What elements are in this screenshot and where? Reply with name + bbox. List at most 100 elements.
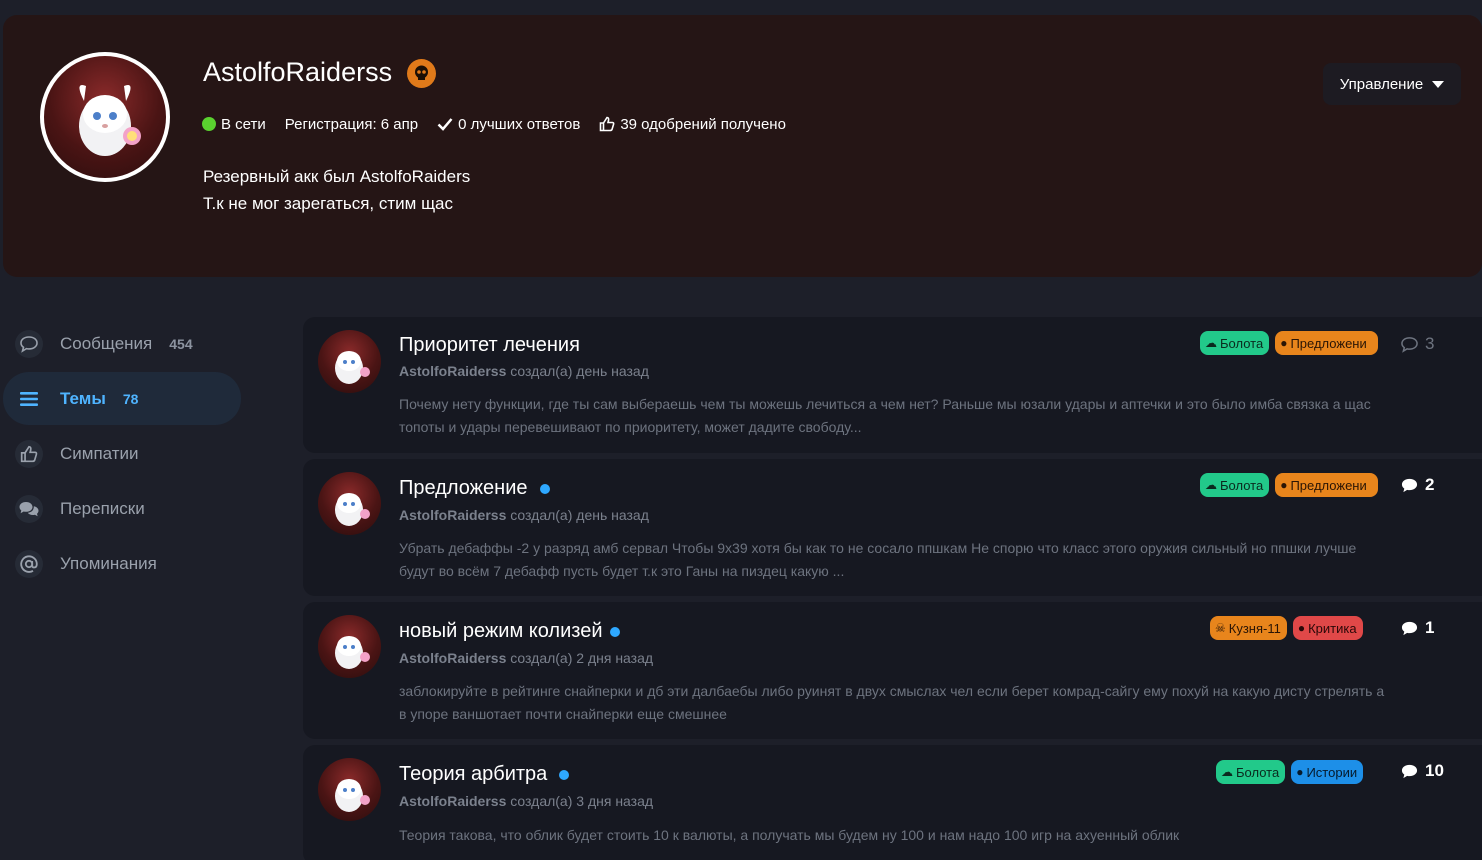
- topic-author-link[interactable]: AstolfoRaiderss: [399, 363, 506, 379]
- tag-badge[interactable]: ☁ Болота: [1200, 331, 1270, 355]
- online-dot-icon: [202, 117, 216, 131]
- topic-author-link[interactable]: AstolfoRaiderss: [399, 650, 506, 666]
- author-avatar[interactable]: [318, 758, 381, 821]
- topic-title: Предложение: [399, 477, 528, 499]
- topic-title: новый режим колизей: [399, 620, 603, 642]
- topic-excerpt: Убрать дебаффы -2 у разряд амб сервал Чт…: [399, 540, 1357, 579]
- profile-stats: В сети Регистрация: 6 апр 0 лучших ответ…: [202, 115, 805, 133]
- topic-item[interactable]: Теория арбитра AstolfoRaiderss создал(а)…: [303, 745, 1482, 860]
- reply-count: 3: [1400, 334, 1434, 354]
- author-avatar[interactable]: [318, 472, 381, 535]
- skull-icon: [407, 59, 436, 88]
- topic-author-link[interactable]: AstolfoRaiderss: [399, 507, 506, 523]
- topic-created: создал(а) 2 дня назад: [510, 650, 654, 666]
- unread-dot-icon: [559, 769, 570, 780]
- swamp-icon: ☁: [1221, 765, 1233, 779]
- best-answers-label: 0 лучших ответов: [458, 115, 581, 133]
- fire-icon: ●: [1296, 765, 1304, 779]
- swamp-icon: ☁: [1205, 336, 1217, 350]
- speech-bubble-icon: [1401, 478, 1418, 492]
- reply-count: 10: [1400, 761, 1444, 781]
- topic-tags: ☁ Болота ● Истории: [1216, 760, 1369, 784]
- tag-badge[interactable]: ● Предложени: [1275, 473, 1379, 497]
- likes-received: 39 одобрений получено: [599, 116, 786, 133]
- thumbs-up-icon: [599, 116, 615, 132]
- bio-line: Резервный акк был AstolfoRaiders: [203, 167, 471, 186]
- tag-badge[interactable]: ☁ Болота: [1216, 760, 1286, 784]
- topic-item[interactable]: Предложение AstolfoRaiderss создал(а) де…: [303, 459, 1482, 596]
- swamp-icon: ☁: [1205, 478, 1217, 492]
- topic-title-link[interactable]: Предложение: [399, 477, 550, 500]
- sidebar-item-count: 454: [169, 335, 193, 352]
- best-answers: 0 лучших ответов: [437, 116, 580, 133]
- speech-bubble-icon: [1401, 621, 1418, 635]
- topic-created: создал(а) день назад: [510, 507, 649, 523]
- online-label: В сети: [221, 115, 266, 133]
- caret-down-icon: [1432, 80, 1445, 88]
- topic-title: Теория арбитра: [399, 763, 548, 785]
- lightbulb-icon: ●: [1280, 336, 1288, 350]
- speech-bubble-icon: [1401, 336, 1418, 353]
- speech-bubble-icon: [1401, 764, 1418, 778]
- reply-count-value: 2: [1425, 475, 1435, 494]
- reply-count-value: 3: [1425, 334, 1435, 353]
- topic-item[interactable]: Приоритет лечения AstolfoRaiderss создал…: [303, 317, 1482, 453]
- topic-meta: AstolfoRaiderss создал(а) день назад: [399, 363, 649, 379]
- likes-received-label: 39 одобрений получено: [620, 115, 786, 133]
- topic-author-link[interactable]: AstolfoRaiderss: [399, 793, 506, 809]
- topic-excerpt: Почему нету функции, где ты сам выбераеш…: [399, 396, 1371, 435]
- sidebar-item-label: Сообщения: [60, 333, 153, 353]
- topic-tags: ☁ Болота ● Предложени: [1200, 473, 1384, 497]
- topic-title-link[interactable]: Приоритет лечения: [399, 334, 580, 357]
- thumbs-up-icon: [15, 439, 43, 468]
- crossed-swords-icon: ☠: [1215, 621, 1226, 635]
- sidebar-item-label: Переписки: [60, 498, 145, 518]
- reply-count-value: 1: [1425, 618, 1435, 637]
- manage-dropdown-button[interactable]: Управление: [1323, 63, 1461, 105]
- topic-title-link[interactable]: Теория арбитра: [399, 763, 570, 786]
- online-status: В сети: [202, 116, 266, 133]
- profile-username: AstolfoRaiderss: [203, 57, 393, 87]
- topic-tags: ☠ Кузня-11 ● Критика: [1210, 616, 1369, 640]
- tag-badge[interactable]: ● Предложени: [1275, 331, 1379, 355]
- author-avatar[interactable]: [318, 615, 381, 678]
- topic-excerpt: заблокируйте в рейтинге снайперки и дб э…: [399, 683, 1385, 722]
- sidebar-item-topics[interactable]: Темы 78: [3, 372, 241, 425]
- sidebar-item-messages[interactable]: Сообщения 454: [3, 317, 241, 370]
- chats-icon: [15, 494, 43, 523]
- reply-count: 2: [1400, 475, 1434, 495]
- tag-badge[interactable]: ● Критика: [1292, 616, 1363, 640]
- bio-line: Т.к не мог зарегаться, стим щас: [203, 194, 454, 213]
- profile-sidebar-nav: Сообщения 454 Темы 78 Симпатии Переписки…: [3, 317, 241, 592]
- topic-meta: AstolfoRaiderss создал(а) день назад: [399, 507, 649, 523]
- tag-badge[interactable]: ● Истории: [1291, 760, 1364, 784]
- author-avatar[interactable]: [318, 330, 381, 393]
- topic-title-link[interactable]: новый режим колизей: [399, 620, 620, 643]
- speech-bubble-icon: [15, 329, 43, 358]
- angry-face-icon: ●: [1297, 621, 1306, 635]
- topic-created: создал(а) день назад: [510, 363, 649, 379]
- sidebar-item-conversations[interactable]: Переписки: [3, 482, 241, 535]
- topic-created: создал(а) 3 дня назад: [510, 793, 654, 809]
- unread-dot-icon: [609, 626, 620, 637]
- sidebar-item-mentions[interactable]: Упоминания: [3, 537, 241, 590]
- at-icon: [15, 549, 43, 578]
- manage-label: Управление: [1339, 75, 1424, 93]
- profile-header: AstolfoRaiderss В сети Регистрация: 6 ап…: [3, 15, 1482, 277]
- tag-badge[interactable]: ☁ Болота: [1200, 473, 1270, 497]
- lightbulb-icon: ●: [1280, 478, 1288, 492]
- profile-avatar[interactable]: [40, 52, 170, 182]
- sidebar-item-label: Темы: [60, 388, 106, 408]
- topic-meta: AstolfoRaiderss создал(а) 3 дня назад: [399, 793, 653, 809]
- checkmark-icon: [437, 117, 453, 131]
- sidebar-item-likes[interactable]: Симпатии: [3, 427, 241, 480]
- reply-count-value: 10: [1425, 761, 1444, 780]
- registration-label: Регистрация: 6 апр: [284, 115, 419, 133]
- sidebar-item-count: 78: [122, 390, 139, 407]
- topic-meta: AstolfoRaiderss создал(а) 2 дня назад: [399, 650, 653, 666]
- topic-tags: ☁ Болота ● Предложени: [1200, 331, 1384, 355]
- topic-item[interactable]: новый режим колизей AstolfoRaiderss созд…: [303, 602, 1482, 739]
- tag-badge[interactable]: ☠ Кузня-11: [1210, 616, 1287, 640]
- profile-bio: Резервный акк был AstolfoRaiders Т.к не …: [203, 163, 470, 217]
- topic-title: Приоритет лечения: [399, 334, 580, 356]
